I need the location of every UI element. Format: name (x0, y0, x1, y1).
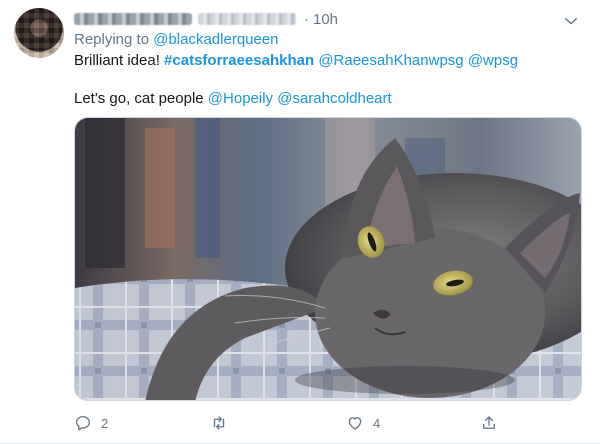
replying-to-label: Replying to (74, 31, 154, 48)
tweet-header: · 10h (74, 10, 338, 28)
author-handle-redacted[interactable] (198, 13, 296, 25)
tweet-text: Let's go, cat people (74, 90, 208, 107)
reply-button[interactable]: 2 (74, 412, 108, 434)
reply-icon (75, 415, 91, 431)
reply-count: 2 (101, 415, 109, 431)
tweet-text-line-1: Brilliant idea! #catsforraeesahkhan @Rae… (74, 51, 518, 71)
tweet-photo[interactable] (74, 117, 582, 401)
retweet-icon (213, 416, 225, 430)
hashtag-link[interactable]: #catsforraeesahkhan (164, 52, 314, 69)
chevron-down-icon[interactable] (562, 12, 580, 30)
separator-dot: · (304, 10, 309, 28)
tweet-timestamp[interactable]: 10h (313, 11, 338, 28)
replying-to: Replying to @blackadlerqueen (74, 31, 279, 48)
tweet-actions: 2 4 (74, 412, 514, 434)
avatar[interactable] (14, 8, 64, 58)
retweet-button[interactable] (210, 412, 237, 434)
mention-link[interactable]: @Hopeily (208, 90, 273, 107)
replying-to-link[interactable]: @blackadlerqueen (153, 31, 278, 48)
like-count: 4 (373, 415, 381, 431)
like-icon (348, 417, 362, 430)
cat-photo (75, 118, 581, 400)
mention-link[interactable]: @wpsg (468, 52, 518, 69)
share-button[interactable] (480, 412, 507, 434)
tweet-text-line-2: Let's go, cat people @Hopeily @sarahcold… (74, 89, 392, 109)
like-button[interactable]: 4 (346, 412, 380, 434)
tweet[interactable]: · 10h Replying to @blackadlerqueen Brill… (0, 0, 600, 444)
author-name-redacted[interactable] (74, 13, 192, 25)
mention-link[interactable]: @sarahcoldheart (277, 90, 391, 107)
share-icon (483, 416, 495, 429)
mention-link[interactable]: @RaeesahKhanwpsg (318, 52, 463, 69)
tweet-text: Brilliant idea! (74, 52, 165, 69)
